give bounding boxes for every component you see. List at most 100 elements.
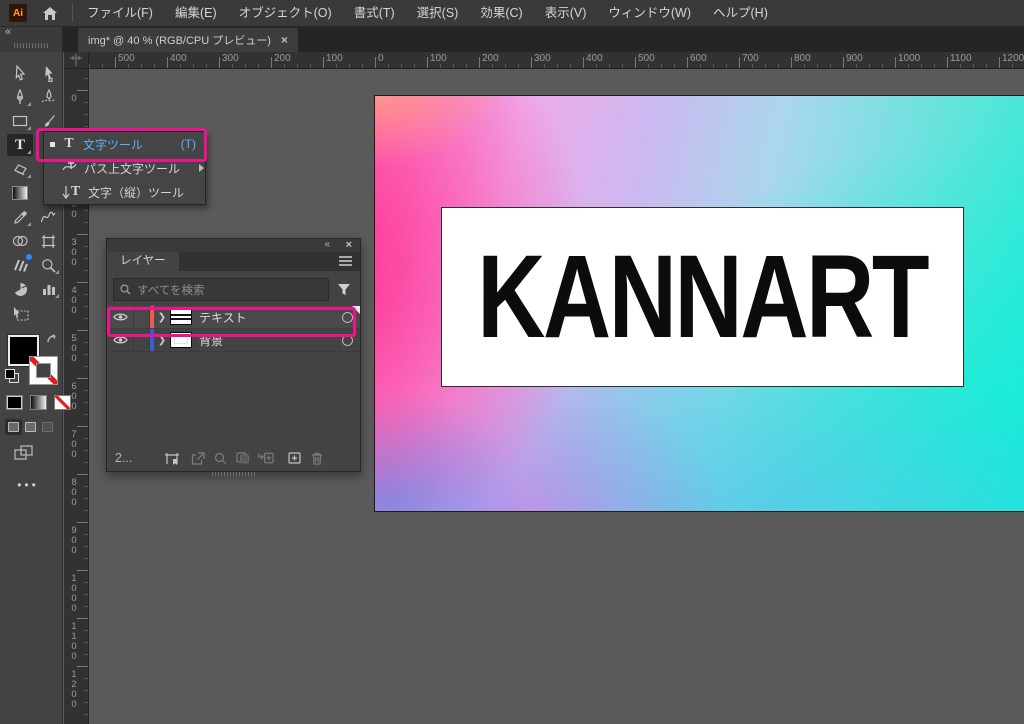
menu-item-4[interactable]: 選択(S)	[406, 0, 470, 26]
selection-tool[interactable]	[7, 62, 33, 84]
filter-icon[interactable]	[334, 283, 354, 296]
v-ruler-label: 300	[69, 237, 79, 267]
new-layer-icon[interactable]	[286, 450, 302, 466]
screen-mode-icon[interactable]	[14, 445, 34, 466]
panel-bottom-bar: 2...	[107, 447, 360, 469]
home-icon[interactable]	[42, 6, 58, 21]
locate-object-icon[interactable]	[212, 450, 228, 466]
target-circle-icon[interactable]	[334, 335, 360, 346]
visibility-eye-icon[interactable]	[107, 306, 134, 328]
menu-item-7[interactable]: ウィンドウ(W)	[597, 0, 702, 26]
edit-toolbar-icon[interactable]: •••	[0, 478, 56, 492]
collapse-panel-icon[interactable]: «	[5, 26, 11, 38]
eyedropper-tool[interactable]	[7, 206, 33, 228]
flyout-corner-icon	[27, 174, 31, 178]
none-button[interactable]	[54, 395, 71, 410]
layer-thumbnail[interactable]	[170, 309, 192, 325]
curvature-tool[interactable]	[35, 86, 61, 108]
h-ruler-label: 300	[222, 53, 239, 64]
flyout-item-vertical-type-tool[interactable]: T 文字（縦）ツール	[44, 180, 205, 204]
collapse-panel-icon[interactable]: «	[324, 239, 330, 251]
new-sublayer-icon[interactable]	[258, 450, 274, 466]
close-tab-icon[interactable]: ×	[281, 34, 288, 46]
menu-item-8[interactable]: ヘルプ(H)	[702, 0, 779, 26]
type-tool-flyout: T 文字ツール (T) パス上文字ツール T 文字（縦）ツール	[43, 131, 206, 205]
expand-layer-icon[interactable]: ❯	[154, 312, 170, 323]
flyout-corner-icon	[27, 102, 31, 106]
layer-row-0[interactable]: ❯ テキスト	[107, 306, 360, 329]
panel-title-bar[interactable]: « ×	[107, 239, 360, 252]
h-ruler-label: 100	[430, 53, 447, 64]
layers-search-row: すべてを検索	[113, 279, 354, 300]
flyout-item-type-on-path-tool[interactable]: パス上文字ツール	[44, 156, 205, 180]
shape-builder-tool[interactable]	[7, 230, 33, 252]
menu-item-5[interactable]: 効果(C)	[469, 0, 533, 26]
dock-drag-handle[interactable]	[14, 43, 50, 48]
layer-name[interactable]: 背景	[199, 332, 334, 349]
toolbar-dock-header: «	[0, 26, 63, 52]
stroke-color-swatch[interactable]	[29, 356, 58, 385]
document-tab-title: img* @ 40 % (RGB/CPU プレビュー)	[88, 32, 271, 48]
draw-inside-button[interactable]	[39, 419, 56, 435]
swap-fill-stroke-icon[interactable]	[46, 333, 58, 351]
flyout-corner-icon	[55, 294, 59, 298]
export-icon[interactable]	[190, 450, 206, 466]
menu-item-0[interactable]: ファイル(F)	[76, 0, 164, 26]
clipping-mask-icon[interactable]	[235, 450, 251, 466]
v-ruler-label: 800	[69, 477, 79, 507]
pie-graph-tool[interactable]	[7, 278, 33, 300]
layer-row-1[interactable]: ❯ 背景	[107, 329, 360, 352]
menu-item-3[interactable]: 書式(T)	[343, 0, 406, 26]
panel-resize-handle[interactable]	[212, 472, 256, 476]
artboard-tool[interactable]	[35, 230, 61, 252]
eraser-tool[interactable]	[7, 158, 33, 180]
zoom-tool[interactable]	[35, 254, 61, 276]
h-ruler-label: 700	[742, 53, 759, 64]
horizontal-ruler[interactable]: 5004003002001000100200300400500600700800…	[64, 52, 1024, 69]
lock-cell[interactable]	[134, 306, 150, 328]
type-tool[interactable]: T	[7, 134, 33, 156]
paint-buttons	[6, 395, 71, 410]
gradient-button[interactable]	[30, 395, 47, 410]
layer-name[interactable]: テキスト	[199, 309, 334, 326]
gradient-tool[interactable]	[7, 182, 33, 204]
rotate-view-tool[interactable]	[7, 254, 33, 276]
search-input[interactable]: すべてを検索	[113, 278, 329, 301]
document-tab[interactable]: img* @ 40 % (RGB/CPU プレビュー) ×	[78, 28, 298, 52]
tab-layers[interactable]: レイヤー	[107, 252, 179, 271]
slice-selection-tool[interactable]	[7, 302, 33, 324]
lock-cell[interactable]	[134, 329, 150, 351]
draw-normal-button[interactable]	[5, 419, 22, 435]
pen-tool[interactable]	[7, 86, 33, 108]
menu-item-2[interactable]: オブジェクト(O)	[228, 0, 343, 26]
delete-icon[interactable]	[309, 450, 325, 466]
color-button[interactable]	[6, 395, 23, 410]
visibility-eye-icon[interactable]	[107, 329, 134, 351]
logo-card[interactable]: KANNART	[441, 207, 964, 387]
illustrator-logo-icon[interactable]: Ai	[9, 4, 27, 22]
h-ruler-label: 500	[638, 53, 655, 64]
new-feature-badge	[26, 254, 32, 260]
panel-menu-icon[interactable]	[338, 255, 353, 270]
flyout-item-type-tool[interactable]: T 文字ツール (T)	[44, 132, 205, 156]
ruler-origin-corner[interactable]	[64, 52, 89, 69]
direct-selection-tool[interactable]	[35, 62, 61, 84]
collect-for-export-icon[interactable]	[164, 450, 180, 466]
expand-layer-icon[interactable]: ❯	[154, 335, 170, 346]
draw-mode-buttons	[5, 419, 56, 435]
stroke-hole	[36, 363, 51, 378]
paintbrush-tool[interactable]	[35, 110, 61, 132]
column-graph-tool[interactable]	[35, 278, 61, 300]
layer-thumbnail[interactable]	[170, 332, 192, 348]
v-ruler-label: 1000	[69, 573, 79, 613]
menu-item-1[interactable]: 編集(E)	[164, 0, 228, 26]
menu-item-6[interactable]: 表示(V)	[534, 0, 598, 26]
flyout-tearoff-arrow-icon[interactable]	[199, 164, 204, 172]
type-icon: T	[62, 137, 76, 151]
close-panel-icon[interactable]: ×	[346, 239, 352, 251]
draw-behind-button[interactable]	[22, 419, 39, 435]
rectangle-tool[interactable]	[7, 110, 33, 132]
v-ruler-label: 0	[69, 93, 79, 103]
artboard[interactable]: KANNART	[374, 95, 1024, 512]
shaper-tool[interactable]	[35, 206, 61, 228]
